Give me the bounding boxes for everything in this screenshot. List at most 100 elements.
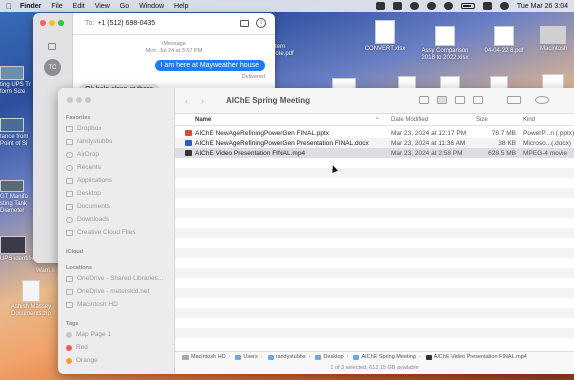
- list-view-button[interactable]: [437, 96, 447, 104]
- desktop-file-xlsx[interactable]: CONVERT.xlsx: [360, 20, 410, 53]
- vpn-icon[interactable]: [426, 2, 436, 10]
- path-item[interactable]: AIChE Spring Meeting: [361, 354, 415, 360]
- desktop-drive-macintosh[interactable]: Macintosh: [540, 26, 574, 53]
- path-item[interactable]: Macintosh HD: [191, 354, 226, 360]
- menu-window[interactable]: Window: [139, 3, 164, 10]
- file-row[interactable]: AIChE NewAgeRefiningPowerGen Presentatio…: [175, 138, 574, 148]
- sidebar-item-dropbox[interactable]: Dropbox: [66, 125, 102, 132]
- wifi-icon[interactable]: [443, 2, 453, 10]
- sidebar-item-onedrive-shared[interactable]: OneDrive - Shared Libraries...: [66, 275, 163, 282]
- forward-button[interactable]: ›: [201, 96, 204, 106]
- menu-go[interactable]: Go: [120, 3, 129, 10]
- cloud-icon: [66, 275, 73, 282]
- cloud-icon[interactable]: [375, 2, 385, 10]
- desktop-file-zip[interactable]: Ashish Massey Documents.zip: [8, 280, 54, 318]
- spreadsheet-thumbnail: [435, 26, 455, 46]
- file-date: Mar 23, 2024 at 12:17 PM: [391, 129, 467, 137]
- video-call-icon[interactable]: [240, 20, 249, 27]
- path-item[interactable]: AIChE Video Presentation FINAL.mp4: [434, 354, 527, 360]
- row-stripe: [175, 248, 574, 258]
- sidebar-item-creative-cloud[interactable]: Creative Cloud Files: [66, 229, 136, 236]
- group-button[interactable]: [507, 96, 521, 104]
- column-name[interactable]: Name: [195, 117, 211, 123]
- clock-icon[interactable]: [409, 2, 419, 10]
- icon-view-button[interactable]: [419, 96, 429, 104]
- applications-icon: [66, 177, 73, 184]
- recipient-bar: To: +1 (512) 698-0435 i: [73, 13, 275, 35]
- desktop-file-partial[interactable]: Warri li: [36, 268, 58, 275]
- desktop-file-xlsx[interactable]: Assy Comparison 2018 to 2022.xlsx: [414, 26, 476, 62]
- sidebar-item-desktop[interactable]: Desktop: [66, 190, 101, 197]
- sidebar-item-recents[interactable]: Recents: [66, 164, 101, 171]
- sidebar-item-home[interactable]: randystubbs: [66, 138, 112, 145]
- sort-chevron-icon[interactable]: ⌃: [375, 117, 380, 124]
- sidebar-item-documents[interactable]: Documents: [66, 203, 110, 210]
- minimize-window-button[interactable]: [76, 97, 82, 103]
- sidebar-tag-orange[interactable]: Orange: [66, 357, 98, 364]
- recipient-number[interactable]: +1 (512) 698-0435: [97, 20, 155, 27]
- desktop-file-partial[interactable]: ting UPS Tr form Size: [0, 66, 31, 96]
- sidebar-header-icloud: iCloud: [66, 249, 84, 255]
- menu-help[interactable]: Help: [174, 3, 188, 10]
- path-separator-icon: ›: [260, 354, 263, 360]
- pdf-thumbnail: [494, 26, 514, 46]
- siri-icon[interactable]: [499, 2, 509, 10]
- path-item[interactable]: randystubbs: [276, 354, 306, 360]
- control-center-icon[interactable]: [482, 2, 492, 10]
- file-row-selected[interactable]: AIChE Video Presentation FINAL.mp4 Mar 2…: [175, 148, 574, 158]
- path-item[interactable]: Users: [243, 354, 257, 360]
- file-thumbnail: [0, 236, 26, 254]
- avatar[interactable]: TC: [44, 59, 61, 76]
- close-window-button[interactable]: [40, 20, 46, 26]
- message-meta: iMessage Mon, Jul 24 at 3:57 PM: [145, 41, 203, 54]
- action-menu-button[interactable]: [535, 96, 549, 104]
- minimize-window-button[interactable]: [49, 20, 55, 26]
- sidebar-item-onedrive[interactable]: OneDrive - meterskid.net: [66, 288, 149, 295]
- sidebar-item-airdrop[interactable]: AirDrop: [66, 151, 99, 158]
- sidebar-item-downloads[interactable]: Downloads: [66, 216, 109, 223]
- path-separator-icon: ›: [308, 354, 311, 360]
- desktop-file-pdf[interactable]: 04-04-22 8.pdf: [478, 26, 530, 55]
- column-date-modified[interactable]: Date Modified: [391, 117, 428, 123]
- file-kind: Microso...(.docx): [523, 139, 572, 147]
- apple-icon[interactable]: : [6, 2, 12, 11]
- column-size[interactable]: Size: [476, 117, 488, 123]
- file-kind: PowerP...n (.pptx): [523, 129, 574, 137]
- cloud-sync-icon[interactable]: [392, 2, 402, 10]
- desktop-file-partial[interactable]: GT Manifo sting Tank Diameter: [0, 180, 32, 215]
- column-kind[interactable]: Kind: [523, 117, 535, 123]
- document-icon: [66, 203, 73, 210]
- path-separator-icon: ›: [418, 354, 421, 360]
- file-row[interactable]: AIChE NewAgeRefiningPowerGen FINAL.pptx …: [175, 128, 574, 138]
- desktop-file-pdf[interactable]: stern uote.pdf: [272, 44, 306, 58]
- info-icon[interactable]: i: [256, 18, 266, 28]
- path-item[interactable]: Desktop: [323, 354, 343, 360]
- close-window-button[interactable]: [67, 97, 73, 103]
- tag-color-icon: [66, 344, 72, 351]
- menu-edit[interactable]: Edit: [73, 3, 85, 10]
- gallery-view-button[interactable]: [473, 96, 483, 104]
- tag-color-icon: [66, 331, 72, 338]
- sidebar-item-applications[interactable]: Applications: [66, 177, 112, 184]
- video-file-icon: [185, 150, 192, 156]
- compose-icon[interactable]: [48, 43, 56, 50]
- sidebar-tag-map-page[interactable]: Map Page 1: [66, 331, 111, 338]
- zoom-window-button[interactable]: [85, 97, 91, 103]
- path-separator-icon: ›: [346, 354, 349, 360]
- desktop-file-partial[interactable]: tance from Point of Si: [0, 118, 32, 148]
- zoom-window-button[interactable]: [58, 20, 64, 26]
- row-stripe: [175, 288, 574, 298]
- sent-message-bubble[interactable]: I am here at Mayweather house: [154, 60, 265, 71]
- menu-file[interactable]: File: [51, 3, 62, 10]
- back-button[interactable]: ‹: [185, 96, 188, 106]
- hard-drive-icon: [540, 26, 566, 44]
- menu-finder[interactable]: Finder: [20, 3, 41, 10]
- window-controls: [67, 97, 91, 103]
- column-view-button[interactable]: [455, 96, 465, 104]
- battery-icon[interactable]: [460, 3, 475, 9]
- menu-view[interactable]: View: [95, 3, 110, 10]
- menu-clock[interactable]: Tue Mar 26 3:04: [517, 3, 568, 10]
- to-label: To:: [85, 20, 95, 27]
- sidebar-tag-red[interactable]: Red: [66, 344, 88, 351]
- sidebar-item-macintosh-hd[interactable]: Macintosh HD: [66, 301, 118, 308]
